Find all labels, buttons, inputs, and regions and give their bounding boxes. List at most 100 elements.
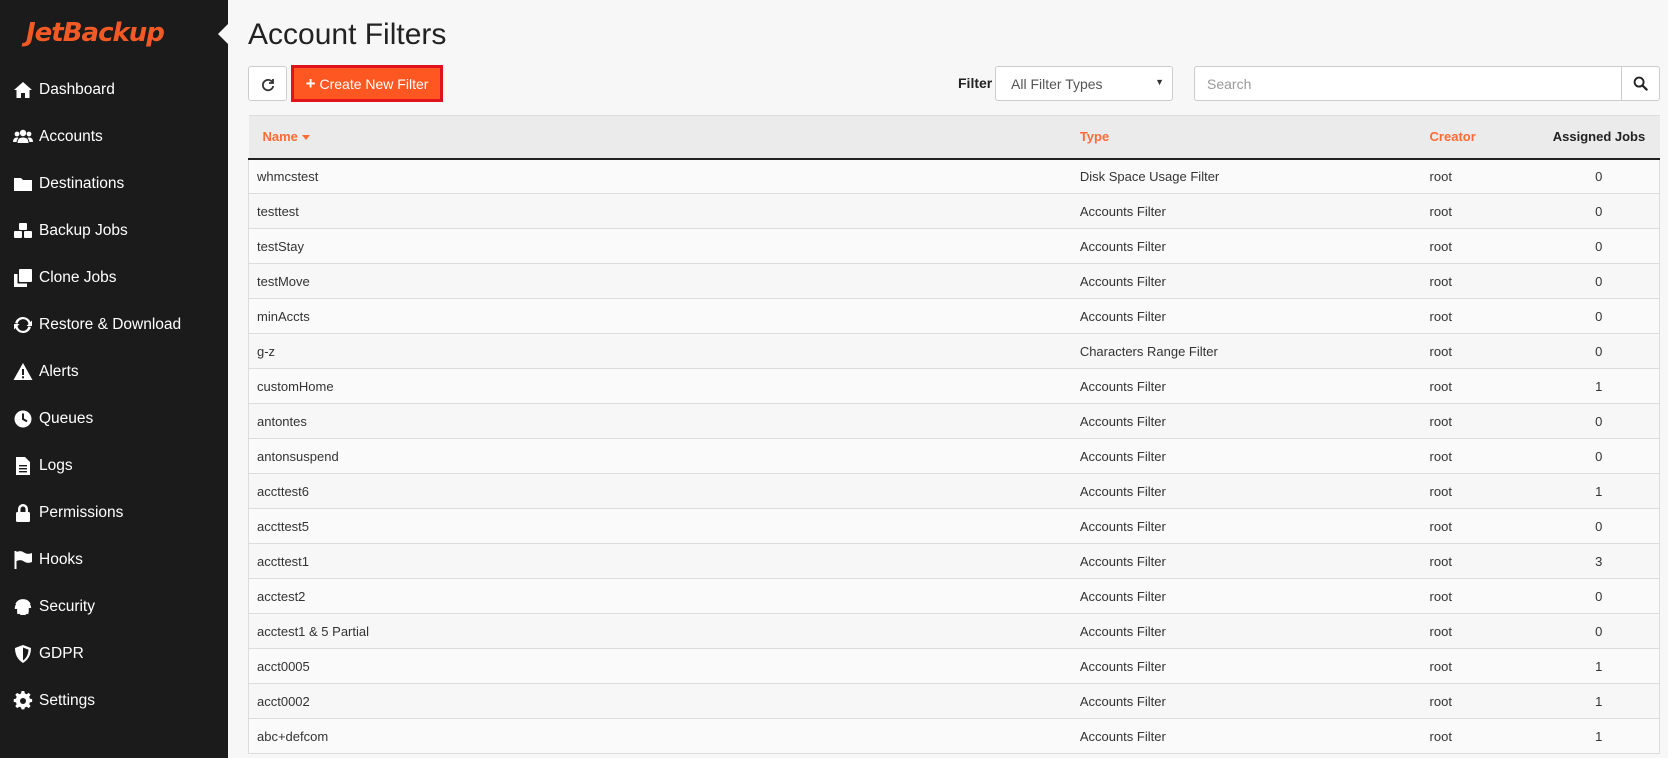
fingerprint-icon xyxy=(13,597,39,617)
cell-creator: root xyxy=(1429,553,1452,569)
column-header-assigned-jobs: Assigned Jobs xyxy=(1552,129,1646,145)
filter-type-selected: All Filter Types xyxy=(1011,75,1103,92)
cell-creator: root xyxy=(1429,518,1452,534)
cell-type: Accounts Filter xyxy=(1079,308,1166,324)
cell-creator: root xyxy=(1429,413,1452,429)
shield-icon xyxy=(13,644,39,664)
cell-type: Accounts Filter xyxy=(1079,553,1166,569)
cell-name: whmcstest xyxy=(247,158,1072,194)
table-row[interactable]: accttest6 Accounts Filter root 1 xyxy=(247,473,1660,509)
cell-name: minAccts xyxy=(247,298,1072,334)
table-row[interactable]: acctest2 Accounts Filter root 0 xyxy=(247,578,1660,614)
sidebar-item-label: Dashboard xyxy=(39,80,115,98)
sidebar-item-dashboard[interactable]: Dashboard xyxy=(0,66,228,113)
sidebar-item-label: Accounts xyxy=(39,127,103,145)
cell-assigned-jobs: 0 xyxy=(1538,333,1660,369)
table-row[interactable]: acct0005 Accounts Filter root 1 xyxy=(247,648,1660,684)
filter-type-select[interactable]: All Filter Types ▼ xyxy=(995,66,1173,101)
file-icon xyxy=(13,456,39,476)
sidebar-item-backup-jobs[interactable]: Backup Jobs xyxy=(0,207,228,254)
table-row[interactable]: whmcstest Disk Space Usage Filter root 0 xyxy=(247,158,1660,194)
cell-name: acctest1 & 5 Partial xyxy=(247,613,1072,649)
sidebar-item-destinations[interactable]: Destinations xyxy=(0,160,228,207)
sidebar-item-logs[interactable]: Logs xyxy=(0,442,228,489)
table-row[interactable]: g-z Characters Range Filter root 0 xyxy=(247,333,1660,369)
cell-assigned-jobs: 1 xyxy=(1538,368,1660,404)
sidebar-item-alerts[interactable]: Alerts xyxy=(0,348,228,395)
cell-type: Accounts Filter xyxy=(1079,728,1166,744)
cell-creator: root xyxy=(1429,203,1452,219)
search-input[interactable] xyxy=(1194,66,1622,101)
cell-name: testStay xyxy=(247,228,1072,264)
table-row[interactable]: acctest1 & 5 Partial Accounts Filter root 0 xyxy=(247,613,1660,649)
cell-creator: root xyxy=(1429,693,1452,709)
cell-assigned-jobs: 0 xyxy=(1538,508,1660,544)
cell-creator: root xyxy=(1429,658,1452,674)
cell-name: acctest2 xyxy=(247,578,1072,614)
clone-icon xyxy=(13,268,39,288)
refresh-icon xyxy=(261,78,274,91)
sidebar-item-clone-jobs[interactable]: Clone Jobs xyxy=(0,254,228,301)
cell-name: acct0002 xyxy=(247,683,1072,719)
cell-creator: root xyxy=(1429,308,1452,324)
cell-creator: root xyxy=(1429,448,1452,464)
table-row[interactable]: acct0002 Accounts Filter root 1 xyxy=(247,683,1660,719)
sidebar-item-label: Restore & Download xyxy=(39,315,182,333)
create-new-filter-label: Create New Filter xyxy=(319,75,429,92)
table-row[interactable]: testStay Accounts Filter root 0 xyxy=(247,228,1660,264)
cell-type: Accounts Filter xyxy=(1079,273,1166,289)
cell-name: antonsuspend xyxy=(247,438,1072,474)
cell-assigned-jobs: 1 xyxy=(1538,683,1660,719)
sidebar: JetBackup Dashboard Accounts Destination… xyxy=(0,0,228,758)
sidebar-item-restore-download[interactable]: Restore & Download xyxy=(0,301,228,348)
cell-creator: root xyxy=(1429,623,1452,639)
column-header-name[interactable]: Name xyxy=(249,116,1072,159)
table-row[interactable]: antonsuspend Accounts Filter root 0 xyxy=(247,438,1660,474)
sidebar-item-accounts[interactable]: Accounts xyxy=(0,113,228,160)
sidebar-item-label: Alerts xyxy=(39,362,79,380)
page-title: Account Filters xyxy=(248,18,447,51)
cell-type: Accounts Filter xyxy=(1079,588,1166,604)
cell-creator: root xyxy=(1429,273,1452,289)
lock-icon xyxy=(13,503,39,523)
refresh-button[interactable] xyxy=(248,66,287,101)
cell-type: Accounts Filter xyxy=(1079,658,1166,674)
create-new-filter-button[interactable]: + Create New Filter xyxy=(291,65,443,102)
cell-type: Accounts Filter xyxy=(1079,483,1166,499)
logo[interactable]: JetBackup xyxy=(0,0,228,66)
cell-assigned-jobs: 1 xyxy=(1538,718,1660,754)
table-row[interactable]: testtest Accounts Filter root 0 xyxy=(247,193,1660,229)
column-header-type[interactable]: Type xyxy=(1072,116,1422,159)
cell-type: Characters Range Filter xyxy=(1079,343,1218,359)
cell-name: accttest1 xyxy=(247,543,1072,579)
table-row[interactable]: customHome Accounts Filter root 1 xyxy=(247,368,1660,404)
sidebar-item-gdpr[interactable]: GDPR xyxy=(0,630,228,677)
column-header-creator[interactable]: Creator xyxy=(1422,116,1539,159)
table-header-row: Name Type Creator Assigned Jobs xyxy=(248,115,1660,159)
clock-icon xyxy=(13,409,39,429)
cell-name: customHome xyxy=(247,368,1072,404)
table-row[interactable]: testMove Accounts Filter root 0 xyxy=(247,263,1660,299)
cell-creator: root xyxy=(1429,483,1452,499)
table-row[interactable]: accttest5 Accounts Filter root 0 xyxy=(247,508,1660,544)
table-row[interactable]: abc+defcom Accounts Filter root 1 xyxy=(247,718,1660,754)
table-row[interactable]: minAccts Accounts Filter root 0 xyxy=(247,298,1660,334)
sidebar-item-settings[interactable]: Settings xyxy=(0,677,228,724)
cell-assigned-jobs: 0 xyxy=(1538,228,1660,264)
sidebar-item-security[interactable]: Security xyxy=(0,583,228,630)
table-row[interactable]: accttest1 Accounts Filter root 3 xyxy=(247,543,1660,579)
sidebar-item-queues[interactable]: Queues xyxy=(0,395,228,442)
cell-creator: root xyxy=(1429,728,1452,744)
table-row[interactable]: antontes Accounts Filter root 0 xyxy=(247,403,1660,439)
search-button[interactable] xyxy=(1621,66,1660,101)
sidebar-item-hooks[interactable]: Hooks xyxy=(0,536,228,583)
sort-desc-icon xyxy=(301,135,310,141)
cell-assigned-jobs: 1 xyxy=(1538,473,1660,509)
home-icon xyxy=(13,80,39,100)
users-icon xyxy=(13,127,39,147)
sidebar-item-permissions[interactable]: Permissions xyxy=(0,489,228,536)
cell-creator: root xyxy=(1429,238,1452,254)
gear-icon xyxy=(13,690,39,711)
sidebar-item-label: Backup Jobs xyxy=(39,221,128,239)
sidebar-item-label: Permissions xyxy=(39,503,124,521)
